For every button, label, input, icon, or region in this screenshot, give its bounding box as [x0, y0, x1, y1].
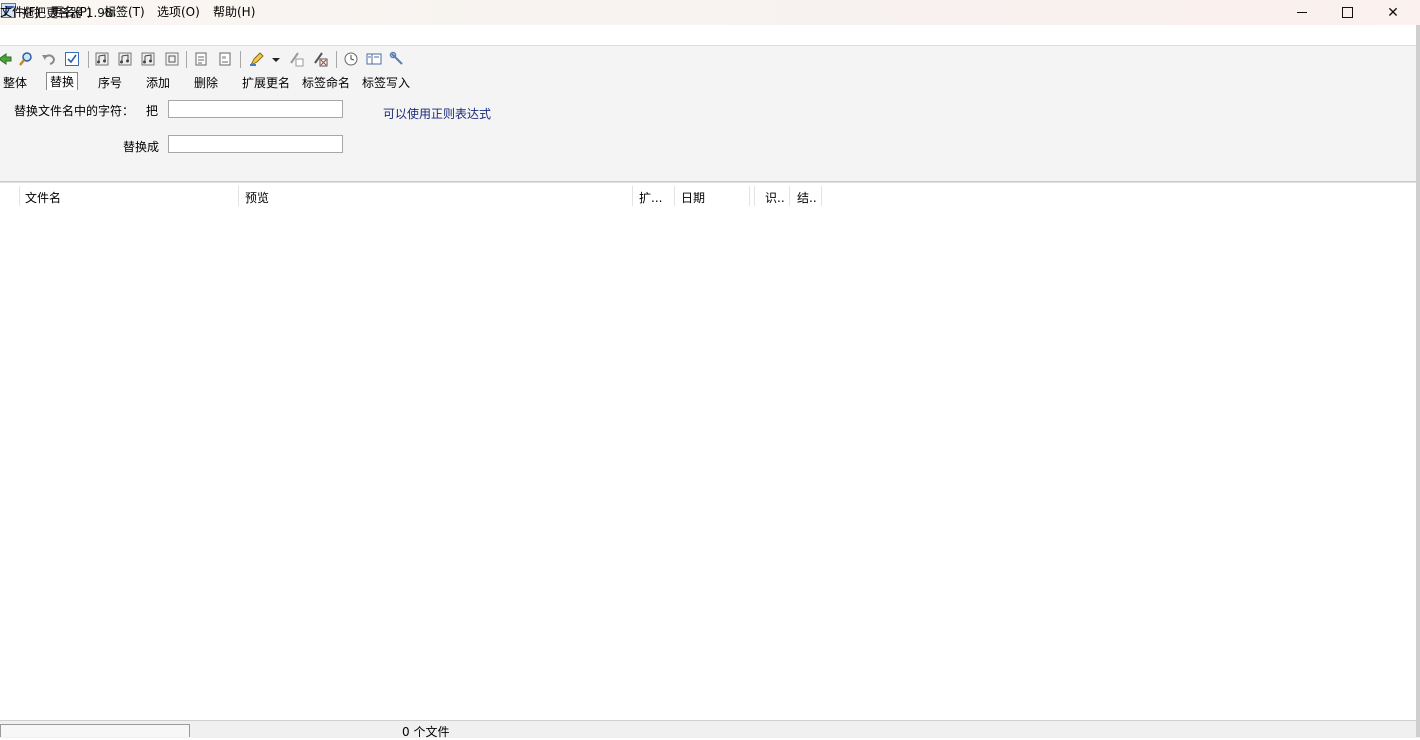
maximize-button[interactable]: [1324, 0, 1370, 25]
column-separator[interactable]: [632, 186, 633, 206]
toolbar-separator: [88, 51, 89, 68]
dropdown-arrow-icon[interactable]: [270, 51, 282, 67]
replace-label: 替换成: [123, 140, 160, 154]
column-filename[interactable]: 文件名: [25, 189, 61, 206]
column-separator[interactable]: [754, 186, 755, 206]
column-separator[interactable]: [789, 186, 790, 206]
column-separator[interactable]: [821, 186, 822, 206]
column-separator[interactable]: [674, 186, 675, 206]
column-extension[interactable]: 扩...: [639, 189, 662, 206]
window-edge: [1416, 25, 1420, 737]
tab-extended-rename[interactable]: 扩展更名: [240, 74, 292, 91]
tab-tag-naming[interactable]: 标签命名: [300, 74, 352, 91]
minimize-icon: [1297, 12, 1307, 13]
search-icon[interactable]: [18, 51, 34, 67]
find-prefix-label: 把: [146, 104, 159, 118]
tab-overall[interactable]: 整体: [1, 74, 29, 91]
status-pane: [0, 724, 190, 737]
find-label: 替换文件名中的字符：: [14, 104, 135, 118]
column-preview[interactable]: 预览: [245, 189, 269, 206]
doc-list-icon[interactable]: [217, 51, 233, 67]
menu-options[interactable]: 选项(O): [157, 3, 200, 20]
status-bar: [0, 720, 1420, 738]
music-tag-4-icon[interactable]: [164, 51, 180, 67]
toolbar-separator: [240, 51, 241, 68]
menu-file[interactable]: 文件(F): [0, 3, 40, 20]
tab-sequence[interactable]: 序号: [96, 74, 124, 91]
tab-tag-write[interactable]: 标签写入: [360, 74, 412, 91]
column-separator[interactable]: [19, 186, 20, 206]
regex-note: 可以使用正则表达式: [383, 107, 492, 121]
erase-icon[interactable]: [312, 51, 328, 67]
column-separator[interactable]: [749, 186, 750, 206]
column-separator[interactable]: [238, 186, 239, 206]
menu-help[interactable]: 帮助(H): [213, 3, 255, 20]
file-list[interactable]: [0, 182, 1416, 721]
edit-icon[interactable]: [288, 51, 304, 67]
view-icon[interactable]: [366, 51, 382, 67]
music-tag-3-icon[interactable]: [140, 51, 156, 67]
minimize-button[interactable]: [1279, 0, 1325, 25]
menu-rename[interactable]: 更名(P): [51, 3, 92, 20]
file-count-status: 0 个文件: [402, 725, 450, 739]
toolbar-separator: [186, 51, 187, 68]
add-files-icon[interactable]: [0, 51, 13, 67]
column-date[interactable]: 日期: [681, 189, 705, 206]
column-result[interactable]: 结..: [797, 189, 817, 206]
replace-input[interactable]: [168, 135, 343, 153]
tab-add[interactable]: 添加: [144, 74, 172, 91]
clock-icon[interactable]: [343, 51, 359, 67]
tab-replace[interactable]: 替换: [46, 72, 79, 90]
toolbar: [0, 45, 1416, 73]
music-tag-1-icon[interactable]: [94, 51, 110, 67]
music-tag-2-icon[interactable]: [117, 51, 133, 67]
close-button[interactable]: ✕: [1370, 0, 1416, 25]
menu-bar: [0, 25, 1420, 45]
column-id[interactable]: 识..: [765, 189, 785, 206]
undo-icon[interactable]: [41, 51, 57, 67]
highlighter-icon[interactable]: [249, 51, 265, 67]
find-input[interactable]: [168, 100, 343, 118]
check-icon[interactable]: [64, 51, 80, 67]
doc-icon[interactable]: [193, 51, 209, 67]
maximize-icon: [1341, 7, 1353, 18]
close-icon: ✕: [1387, 4, 1399, 21]
toolbar-separator: [336, 51, 337, 68]
tab-delete[interactable]: 删除: [192, 74, 220, 91]
tools-icon[interactable]: [389, 51, 405, 67]
menu-tag[interactable]: 标签(T): [104, 3, 145, 20]
